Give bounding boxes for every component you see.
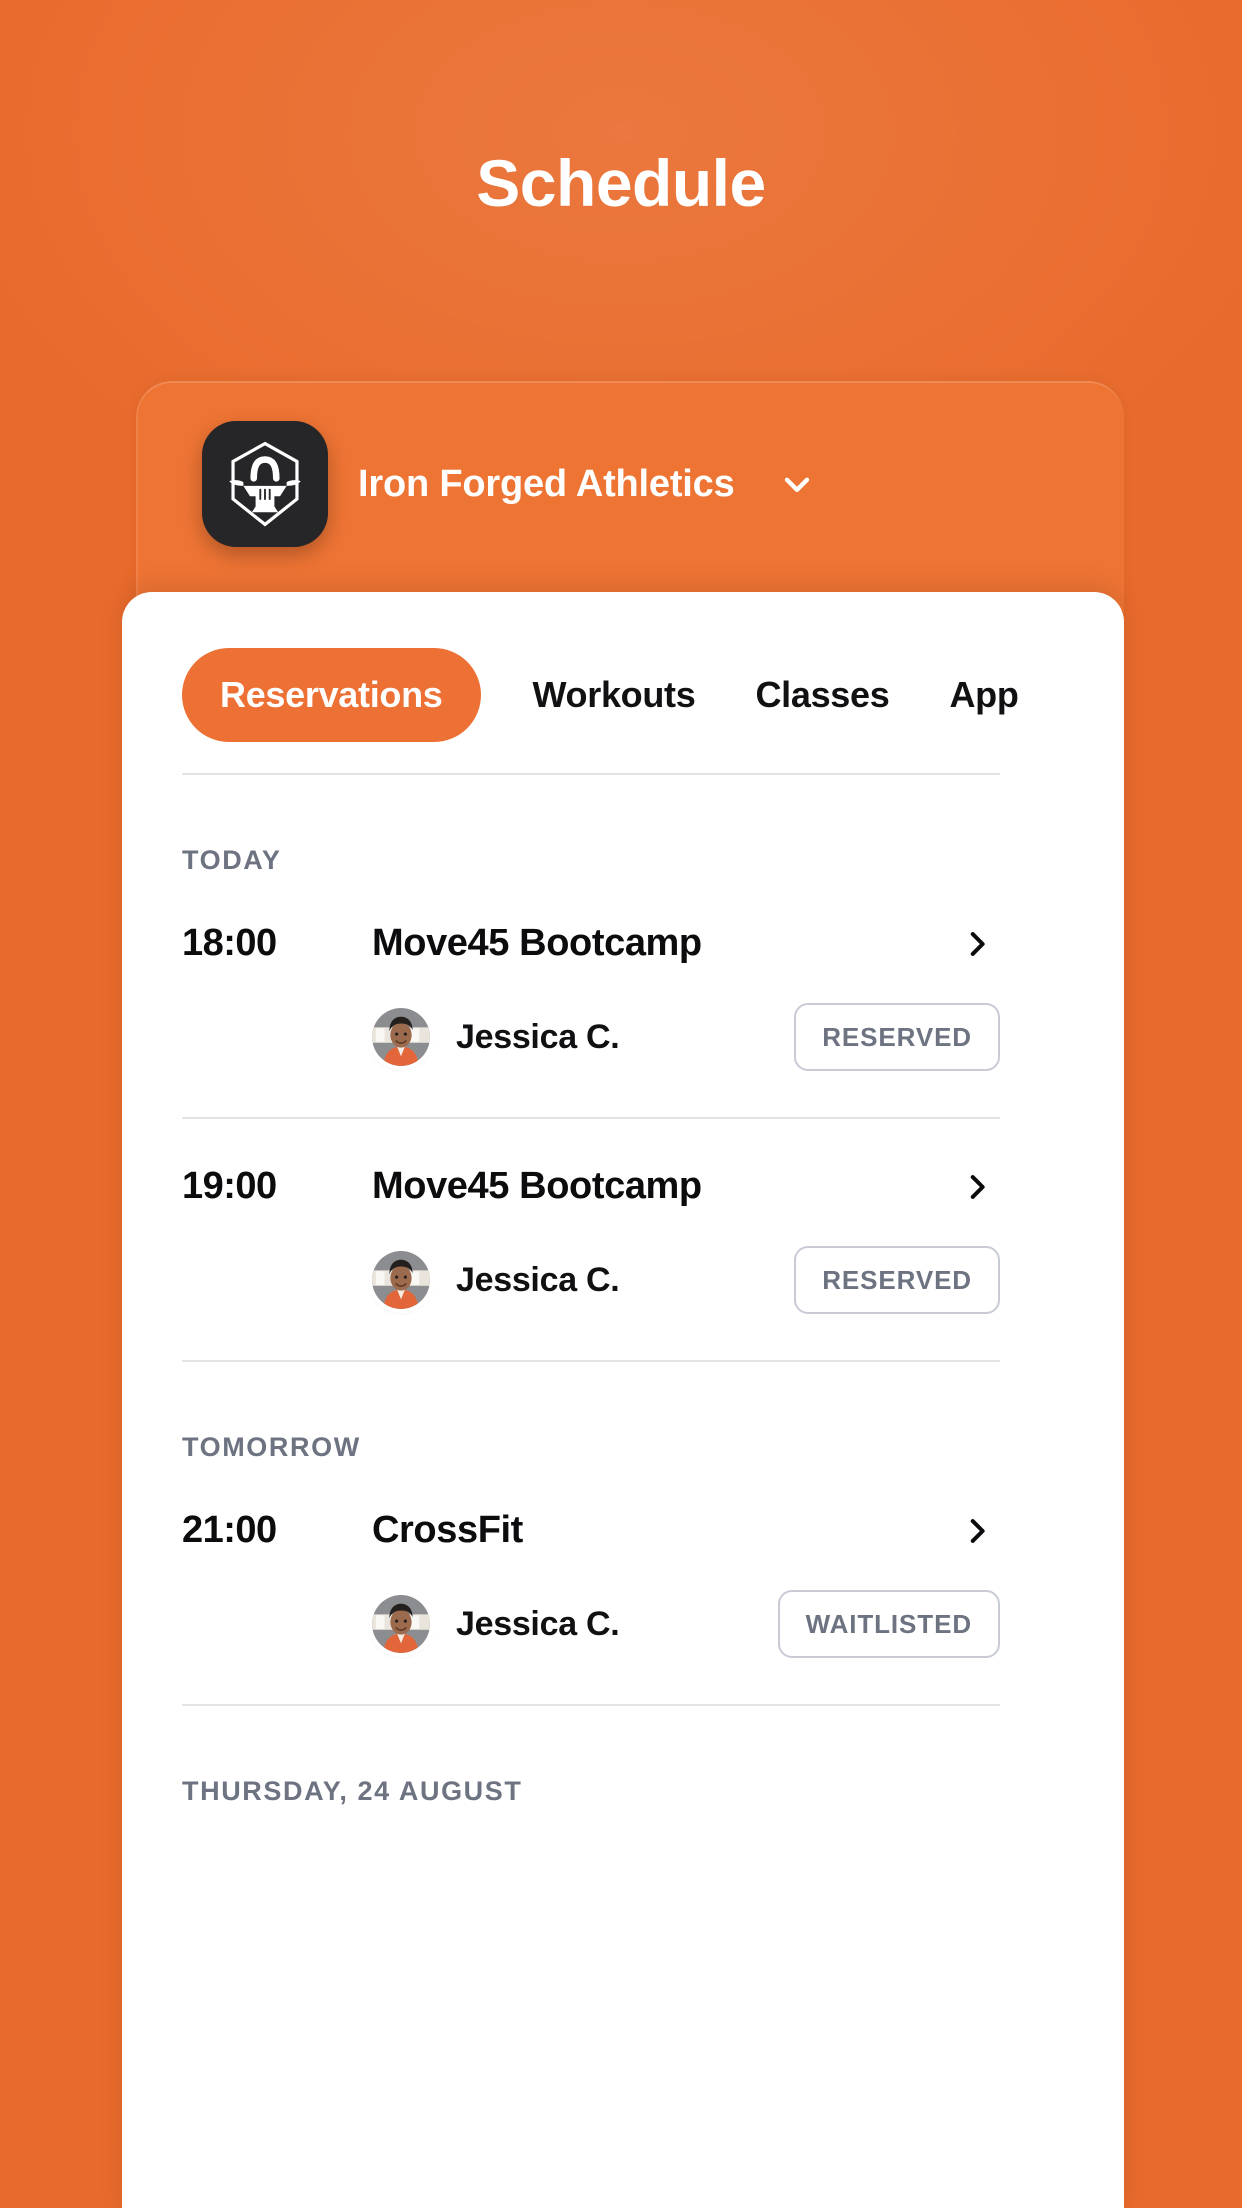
day-header: TOMORROW: [182, 1432, 361, 1462]
schedule-sheet: Reservations Workouts Classes App TODAY 18:0…: [122, 592, 1124, 2208]
status-badge[interactable]: RESERVED: [794, 1003, 1000, 1071]
tab-bar: Reservations Workouts Classes App: [122, 637, 1124, 753]
gym-selector[interactable]: Iron Forged Athletics: [202, 421, 817, 547]
chevron-down-icon[interactable]: [777, 464, 817, 504]
tab-app[interactable]: App: [941, 648, 1026, 742]
session-time: 18:00: [182, 922, 277, 964]
avatar: [372, 1595, 430, 1653]
gym-name: Iron Forged Athletics: [358, 462, 735, 505]
day-header: THURSDAY, 24 AUGUST: [182, 1776, 523, 1806]
tab-classes[interactable]: Classes: [747, 648, 897, 742]
attendee-name: Jessica C.: [456, 1604, 620, 1643]
session-time: 21:00: [182, 1509, 277, 1551]
session-header[interactable]: 18:00 Move45 Bootcamp: [182, 876, 1000, 965]
session-name: Move45 Bootcamp: [372, 1165, 702, 1207]
gym-header-card: Iron Forged Athletics: [136, 381, 1124, 611]
tab-workouts[interactable]: Workouts: [525, 648, 704, 742]
page-title: Schedule: [476, 146, 766, 220]
day-header: TODAY: [182, 845, 282, 875]
chevron-right-icon[interactable]: [960, 927, 1000, 961]
session-header[interactable]: 21:00 CrossFit: [182, 1463, 1000, 1552]
session-item: 18:00 Move45 Bootcamp Jessica C. RESERVED: [122, 876, 1124, 1071]
avatar: [372, 1008, 430, 1066]
session-item: 21:00 CrossFit Jessica C. WAITLISTED: [122, 1463, 1124, 1658]
chevron-right-icon[interactable]: [960, 1514, 1000, 1548]
attendee-row[interactable]: Jessica C. WAITLISTED: [182, 1552, 1000, 1658]
chevron-right-icon[interactable]: [960, 1170, 1000, 1204]
attendee-row[interactable]: Jessica C. RESERVED: [182, 965, 1000, 1071]
attendee-row[interactable]: Jessica C. RESERVED: [182, 1208, 1000, 1314]
session-name: CrossFit: [372, 1509, 523, 1551]
session-header[interactable]: 19:00 Move45 Bootcamp: [182, 1119, 1000, 1208]
attendee-name: Jessica C.: [456, 1260, 620, 1299]
session-name: Move45 Bootcamp: [372, 922, 702, 964]
gym-logo: [202, 421, 328, 547]
schedule-card-stack: Iron Forged Athletics Reservations Workou…: [122, 381, 1124, 2208]
anvil-shield-icon: [229, 441, 301, 527]
session-item: 19:00 Move45 Bootcamp Jessica C. RESERVED: [122, 1119, 1124, 1314]
status-badge[interactable]: RESERVED: [794, 1246, 1000, 1314]
session-time: 19:00: [182, 1165, 277, 1207]
tab-reservations[interactable]: Reservations: [182, 648, 481, 742]
reservation-list: TODAY 18:00 Move45 Bootcamp Jessica C. RESE…: [122, 775, 1124, 1807]
avatar: [372, 1251, 430, 1309]
attendee-name: Jessica C.: [456, 1017, 620, 1056]
status-badge[interactable]: WAITLISTED: [777, 1590, 1000, 1658]
